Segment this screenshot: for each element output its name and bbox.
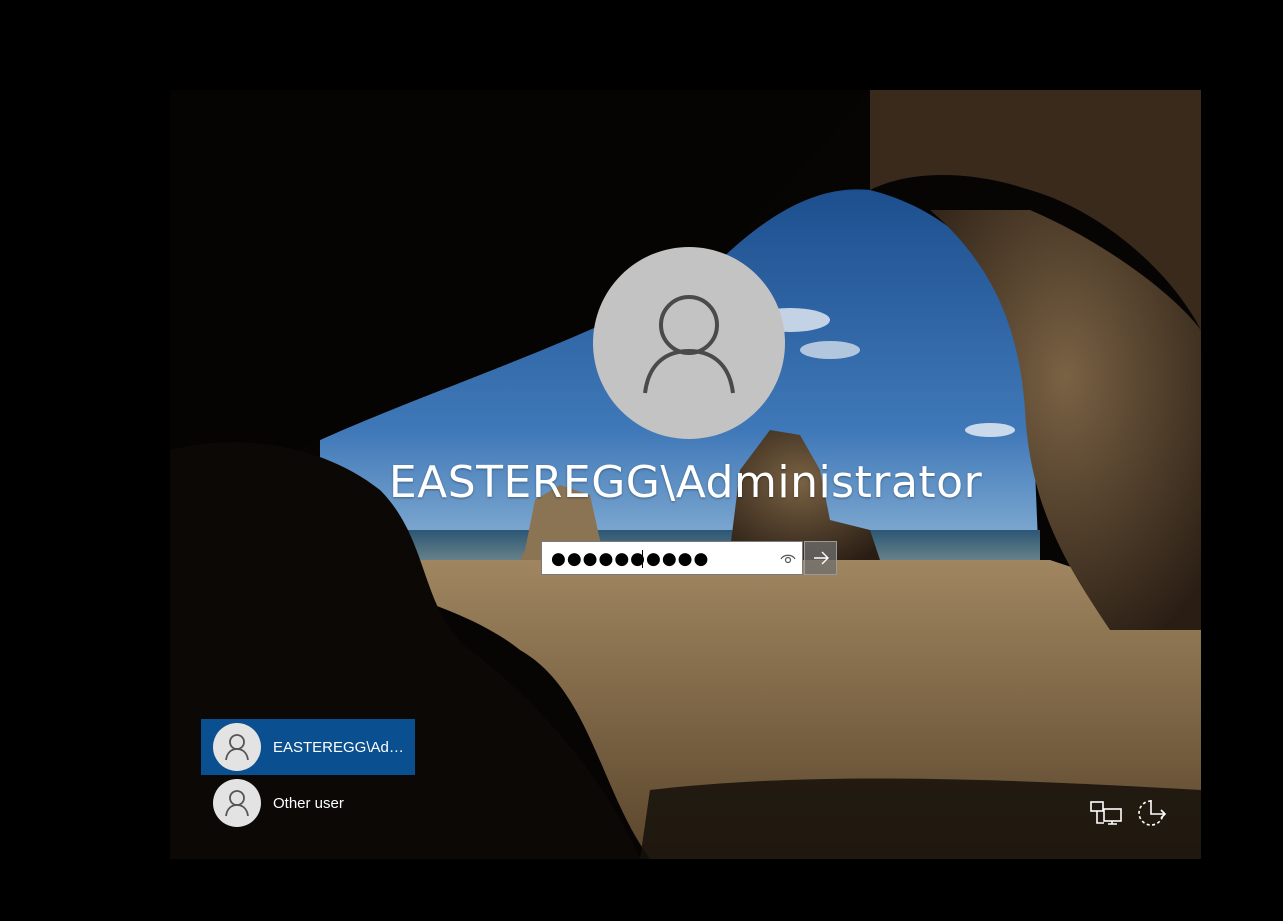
user-tile-avatar [213, 779, 261, 827]
user-tile-administrator[interactable]: EASTEREGG\Admi... [201, 719, 415, 775]
password-field[interactable]: ●●●●●●●●●● [541, 541, 803, 575]
user-list: EASTEREGG\Admi... Other user [201, 719, 415, 831]
user-tile-label: Other user [273, 794, 344, 812]
user-tile-other-user[interactable]: Other user [201, 775, 415, 831]
eye-icon[interactable] [780, 551, 796, 567]
arrow-right-icon [813, 551, 829, 565]
ease-of-access-button[interactable] [1135, 795, 1171, 831]
signin-username: EASTEREGG\Administrator [388, 457, 983, 508]
system-buttons [1088, 795, 1172, 831]
text-caret [642, 550, 643, 568]
user-avatar-large [593, 247, 785, 439]
submit-button[interactable] [804, 541, 837, 575]
network-icon [1090, 801, 1122, 825]
ease-of-access-icon [1138, 800, 1167, 826]
user-tile-label: EASTEREGG\Admi... [273, 738, 405, 756]
user-silhouette-icon [225, 790, 249, 817]
lock-screen: EASTEREGG\Administrator ●●●●●●●●●● EASTE… [170, 90, 1201, 859]
user-tile-avatar [213, 723, 261, 771]
network-button[interactable] [1088, 795, 1124, 831]
password-mask: ●●●●●●●●●● [551, 549, 710, 569]
user-silhouette-icon [643, 295, 735, 394]
user-silhouette-icon [225, 734, 249, 761]
password-row: ●●●●●●●●●● [541, 541, 837, 577]
